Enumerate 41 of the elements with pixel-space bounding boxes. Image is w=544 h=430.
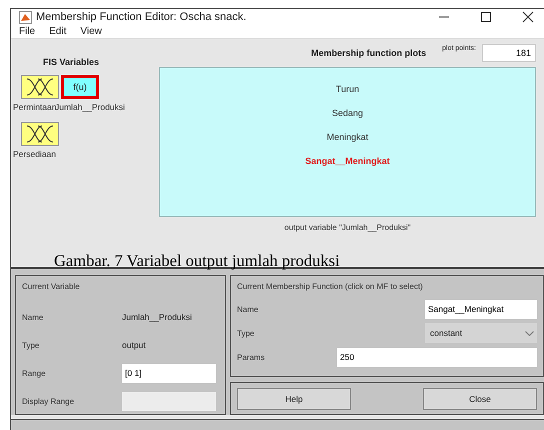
- caret-icon: [525, 330, 534, 336]
- membership-function-label[interactable]: Meningkat: [326, 132, 368, 142]
- field-label: Type: [237, 328, 256, 338]
- field-label: Display Range: [22, 396, 76, 406]
- field-label: Range: [22, 368, 47, 378]
- mf-name-field[interactable]: Sangat__Meningkat: [425, 300, 537, 318]
- variable-name: Jumlah__Produksi: [122, 312, 192, 322]
- variable-type: output: [122, 340, 146, 350]
- variable-label: Permintaan: [13, 102, 56, 112]
- help-button[interactable]: Help: [237, 388, 351, 410]
- input-variable-icon[interactable]: [21, 75, 59, 99]
- close-button[interactable]: [522, 11, 534, 24]
- plot-points-field[interactable]: 181: [482, 44, 536, 62]
- membership-function-label[interactable]: Sangat__Meningkat: [305, 156, 390, 166]
- type-dropdown[interactable]: constant: [425, 323, 537, 343]
- field-label: Name: [22, 312, 44, 322]
- display-range-field[interactable]: [122, 392, 216, 410]
- field-label: Type: [22, 340, 40, 350]
- variable-label: Persediaan: [13, 149, 56, 159]
- panel-title: Current Membership Function (click on MF to select): [237, 282, 424, 291]
- field-label: Params: [237, 352, 266, 362]
- menu-item[interactable]: Edit: [49, 26, 66, 38]
- output-variable-icon[interactable]: f(u): [61, 75, 99, 99]
- fis-variables-title: FIS Variables: [43, 57, 100, 67]
- membership-function-label[interactable]: Turun: [336, 84, 360, 94]
- window-title: Membership Function Editor: Oscha snack.: [36, 11, 246, 24]
- app-icon: [19, 10, 32, 24]
- input-variable-icon[interactable]: [21, 122, 59, 146]
- field-label: Name: [237, 304, 260, 314]
- panel-title: Current Variable: [22, 282, 81, 291]
- menu-item[interactable]: File: [19, 26, 36, 38]
- close-button[interactable]: Close: [423, 388, 537, 410]
- variable-label: Jumlah__Produksi: [55, 102, 125, 112]
- params-field[interactable]: 250: [337, 348, 537, 366]
- figure-caption: Gambar. 7 Variabel output jumlah produksi: [54, 251, 340, 271]
- membership-function-label[interactable]: Sedang: [332, 108, 364, 118]
- plot-title: Membership function plots: [311, 48, 426, 58]
- range-field[interactable]: [0 1]: [122, 364, 216, 382]
- maximize-button[interactable]: [480, 11, 492, 24]
- menu-item[interactable]: View: [80, 26, 102, 38]
- plot-caption: output variable "Jumlah__Produksi": [283, 223, 412, 232]
